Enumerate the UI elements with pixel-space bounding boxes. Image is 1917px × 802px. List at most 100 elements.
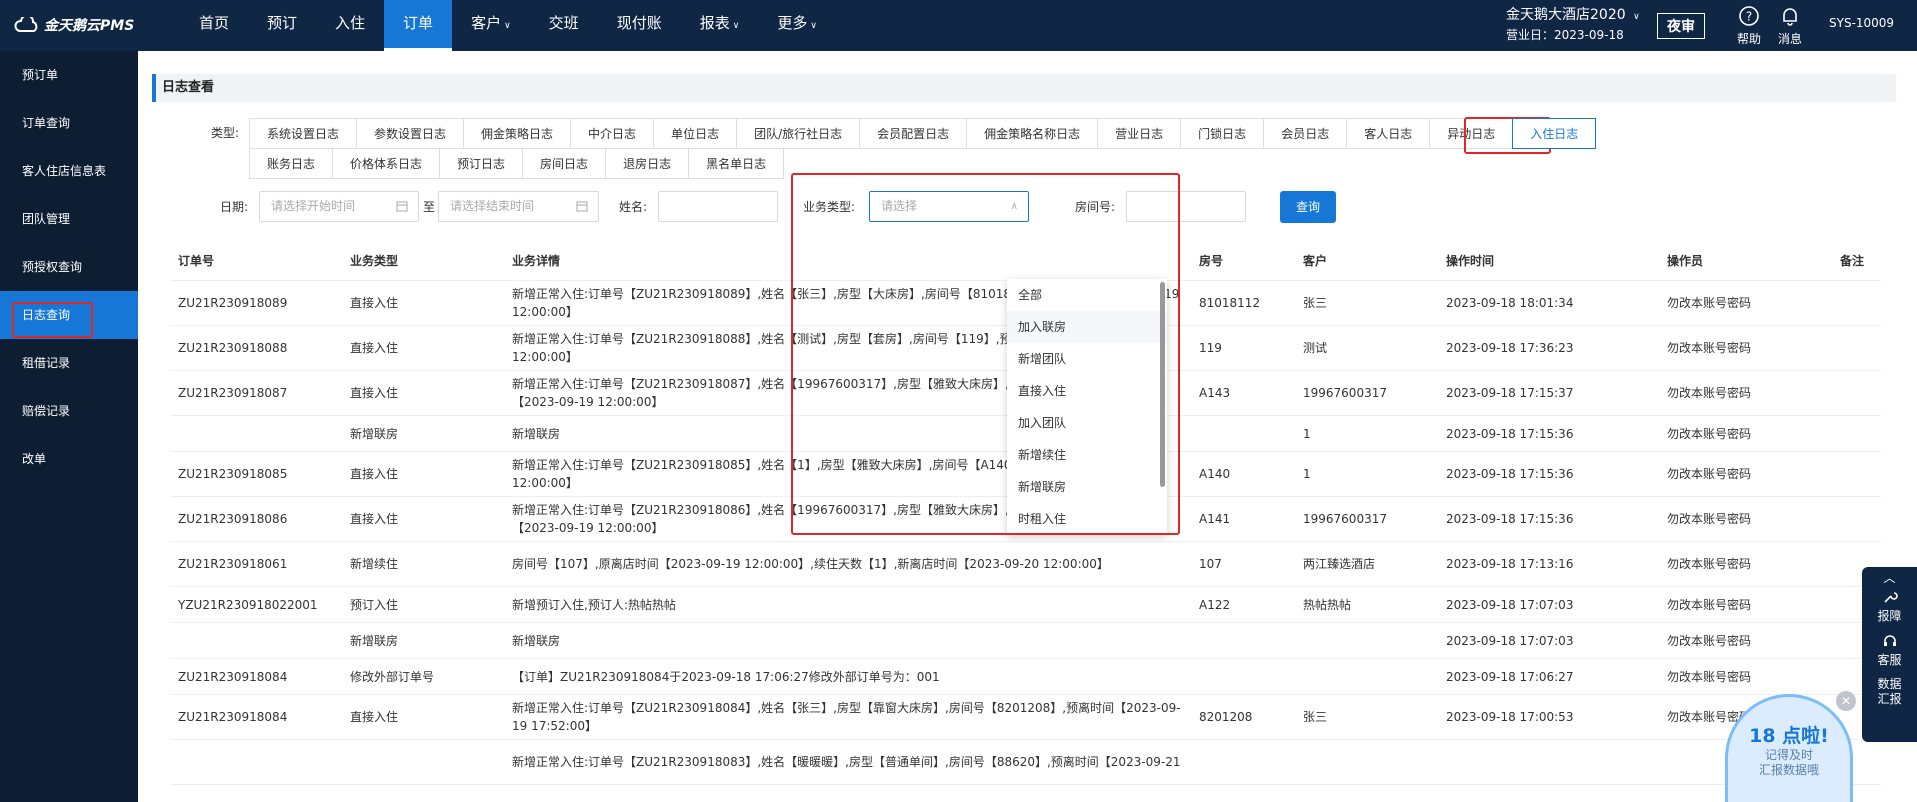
dropdown-scrollbar[interactable] bbox=[1160, 282, 1165, 487]
log-type-tab-6[interactable]: 会员配置日志 bbox=[859, 118, 968, 149]
log-type-tab-15[interactable]: 价格体系日志 bbox=[332, 148, 441, 179]
table-row[interactable]: 新增联房 新增联房 2023-09-18 17:07:03 勿改本账号密码 bbox=[170, 623, 1881, 659]
log-type-tab-7[interactable]: 佣金策略名称日志 bbox=[966, 118, 1099, 149]
column-header-operation-time[interactable]: 操作时间 bbox=[1438, 252, 1659, 270]
cell-order-no: ZU21R230918089 bbox=[178, 296, 288, 310]
table-row[interactable]: 新增正常入住:订单号【ZU21R230918083】,姓名【暖暖暖】,房型【普通… bbox=[170, 740, 1881, 785]
help-button[interactable]: ? 帮助 bbox=[1729, 5, 1769, 47]
cell-business-type: 预订入住 bbox=[350, 597, 399, 612]
sidebar-item-5[interactable]: 日志查询 bbox=[0, 291, 138, 339]
log-type-tab-8[interactable]: 营业日志 bbox=[1097, 118, 1182, 149]
column-header-customer[interactable]: 客户 bbox=[1295, 252, 1438, 270]
column-header-remark[interactable]: 备注 bbox=[1832, 252, 1881, 270]
sidebar-item-0[interactable]: 预订单 bbox=[0, 51, 138, 99]
log-type-tab-0[interactable]: 系统设置日志 bbox=[249, 118, 358, 149]
log-type-tab-12[interactable]: 异动日志 bbox=[1429, 118, 1514, 149]
cell-business-detail: 新增联房 bbox=[512, 633, 561, 648]
name-input[interactable] bbox=[658, 191, 778, 222]
cell-operator: 勿改本账号密码 bbox=[1667, 386, 1752, 400]
nav-item-3[interactable]: 订单 bbox=[384, 0, 453, 51]
cell-operation-time: 2023-09-18 17:15:36 bbox=[1446, 512, 1574, 526]
report-fault-button[interactable]: 报障 bbox=[1862, 589, 1917, 624]
log-type-tab-10[interactable]: 会员日志 bbox=[1263, 118, 1348, 149]
nav-item-5[interactable]: 交班 bbox=[530, 0, 598, 51]
dropdown-option[interactable]: 加入联房 bbox=[1007, 311, 1167, 343]
nav-item-4[interactable]: 客户 ∨ bbox=[452, 0, 530, 51]
log-type-tab-2[interactable]: 佣金策略日志 bbox=[463, 118, 572, 149]
log-type-tab-5[interactable]: 团队/旅行社日志 bbox=[736, 118, 861, 149]
nav-item-6[interactable]: 现付账 bbox=[598, 0, 681, 51]
table-row[interactable]: ZU21R230918084 修改外部订单号 【订单】ZU21R230918084于… bbox=[170, 659, 1881, 695]
dropdown-option[interactable]: 全部 bbox=[1007, 279, 1167, 311]
log-type-tab-1[interactable]: 参数设置日志 bbox=[356, 118, 465, 149]
dropdown-option[interactable]: 直接入住 bbox=[1007, 375, 1167, 407]
log-type-tab-9[interactable]: 门锁日志 bbox=[1180, 118, 1265, 149]
nav-item-2[interactable]: 入住 bbox=[316, 0, 384, 51]
table-row[interactable]: ZU21R230918061 新增续住 房间号【107】,原离店时间【2023-09… bbox=[170, 542, 1881, 587]
hotel-selector[interactable]: 金天鹅大酒店2020 ∨ 营业日：2023-09-18 bbox=[1506, 6, 1640, 44]
messages-button[interactable]: 消息 bbox=[1770, 5, 1810, 47]
close-icon[interactable]: ✕ bbox=[1836, 691, 1856, 711]
dropdown-option[interactable]: 时租入住 bbox=[1007, 503, 1167, 535]
nav-item-8[interactable]: 更多 ∨ bbox=[758, 0, 836, 51]
column-header-room-no[interactable]: 房号 bbox=[1191, 252, 1295, 270]
data-report-button[interactable]: 数据汇报 bbox=[1862, 677, 1917, 707]
log-type-tab-16[interactable]: 预订日志 bbox=[439, 148, 524, 179]
log-type-tab-14[interactable]: 账务日志 bbox=[249, 148, 334, 179]
chevron-down-icon: ∨ bbox=[810, 21, 817, 31]
column-header-operator[interactable]: 操作员 bbox=[1659, 252, 1832, 270]
dropdown-option[interactable]: 加入团队 bbox=[1007, 407, 1167, 439]
data-report-label: 数据汇报 bbox=[1877, 677, 1902, 706]
sidebar-item-1[interactable]: 订单查询 bbox=[0, 99, 138, 147]
cell-operator: 勿改本账号密码 bbox=[1667, 341, 1752, 355]
business-type-dropdown[interactable]: 全部 加入联房 新增团队 直接入住 加入团队 新增续住 新增联房 时租入住 bbox=[1007, 279, 1167, 535]
user-account[interactable]: SYS-10009 bbox=[1829, 16, 1894, 30]
sidebar-item-7[interactable]: 赔偿记录 bbox=[0, 387, 138, 435]
cell-customer: 热帖热帖 bbox=[1303, 597, 1352, 612]
top-bar: 金天鹅云PMS 首页 预订 入住 订单 客户 ∨ 交班 现付账 报表 ∨ 更多 ∨ 金天鹅大酒店202… bbox=[0, 0, 1917, 51]
sidebar-item-2[interactable]: 客人住店信息表 bbox=[0, 147, 138, 195]
table-row[interactable]: ZU21R230918084 直接入住 新增正常入住:订单号【ZU21R230918… bbox=[170, 695, 1881, 740]
dropdown-option[interactable]: 新增团队 bbox=[1007, 343, 1167, 375]
column-header-order-no[interactable]: 订单号 bbox=[170, 252, 342, 270]
log-type-tab-17[interactable]: 房间日志 bbox=[522, 148, 607, 179]
search-button[interactable]: 查询 bbox=[1280, 191, 1336, 223]
sidebar-item-8[interactable]: 改单 bbox=[0, 435, 138, 483]
log-type-tab-11[interactable]: 客人日志 bbox=[1346, 118, 1431, 149]
messages-label: 消息 bbox=[1777, 32, 1802, 46]
cell-order-no: ZU21R230918087 bbox=[178, 386, 288, 400]
log-type-tab-3[interactable]: 中介日志 bbox=[570, 118, 655, 149]
log-type-tab-18[interactable]: 退房日志 bbox=[605, 148, 690, 179]
column-header-business-detail[interactable]: 业务详情 bbox=[504, 252, 1191, 270]
chevron-down-icon: ∨ bbox=[1633, 12, 1640, 22]
log-type-tab-4[interactable]: 单位日志 bbox=[653, 118, 738, 149]
night-audit-button[interactable]: 夜审 bbox=[1657, 13, 1705, 39]
nav-item-7[interactable]: 报表 ∨ bbox=[681, 0, 759, 51]
sidebar-item-3[interactable]: 团队管理 bbox=[0, 195, 138, 243]
calendar-icon bbox=[396, 201, 408, 212]
start-date-input[interactable]: 请选择开始时间 bbox=[259, 191, 419, 222]
nav-item-0[interactable]: 首页 bbox=[180, 0, 248, 51]
dropdown-option[interactable]: 新增续住 bbox=[1007, 439, 1167, 471]
cell-business-detail: 房间号【107】,原离店时间【2023-09-19 12:00:00】,续住天数… bbox=[512, 557, 1109, 571]
table-row[interactable]: YZU21R230918022001 预订入住 新增预订入住,预订人:热帖热帖 A12… bbox=[170, 587, 1881, 623]
cell-order-no: ZU21R230918061 bbox=[178, 557, 288, 571]
end-date-input[interactable]: 请选择结束时间 bbox=[438, 191, 599, 222]
cell-operator: 勿改本账号密码 bbox=[1667, 669, 1752, 684]
collapse-up-icon[interactable]: ︿ bbox=[1862, 567, 1917, 589]
nav-item-1[interactable]: 预订 bbox=[248, 0, 316, 51]
type-label: 类型: bbox=[211, 126, 240, 140]
sidebar-item-6[interactable]: 租借记录 bbox=[0, 339, 138, 387]
business-type-select[interactable]: 请选择 ∧ bbox=[869, 191, 1029, 222]
cell-room-no: A140 bbox=[1199, 467, 1231, 481]
sidebar-item-label: 改单 bbox=[22, 452, 47, 466]
room-number-input[interactable] bbox=[1126, 191, 1246, 222]
dropdown-option[interactable]: 新增联房 bbox=[1007, 471, 1167, 503]
log-type-tab-19[interactable]: 黑名单日志 bbox=[688, 148, 785, 179]
log-type-tab-13[interactable]: 入住日志 bbox=[1512, 118, 1597, 149]
column-header-business-type[interactable]: 业务类型 bbox=[342, 252, 504, 270]
cell-operator: 勿改本账号密码 bbox=[1667, 597, 1752, 612]
customer-service-button[interactable]: 客服 bbox=[1862, 633, 1917, 668]
sidebar-item-4[interactable]: 预授权查询 bbox=[0, 243, 138, 291]
logo[interactable]: 金天鹅云PMS bbox=[14, 15, 134, 35]
